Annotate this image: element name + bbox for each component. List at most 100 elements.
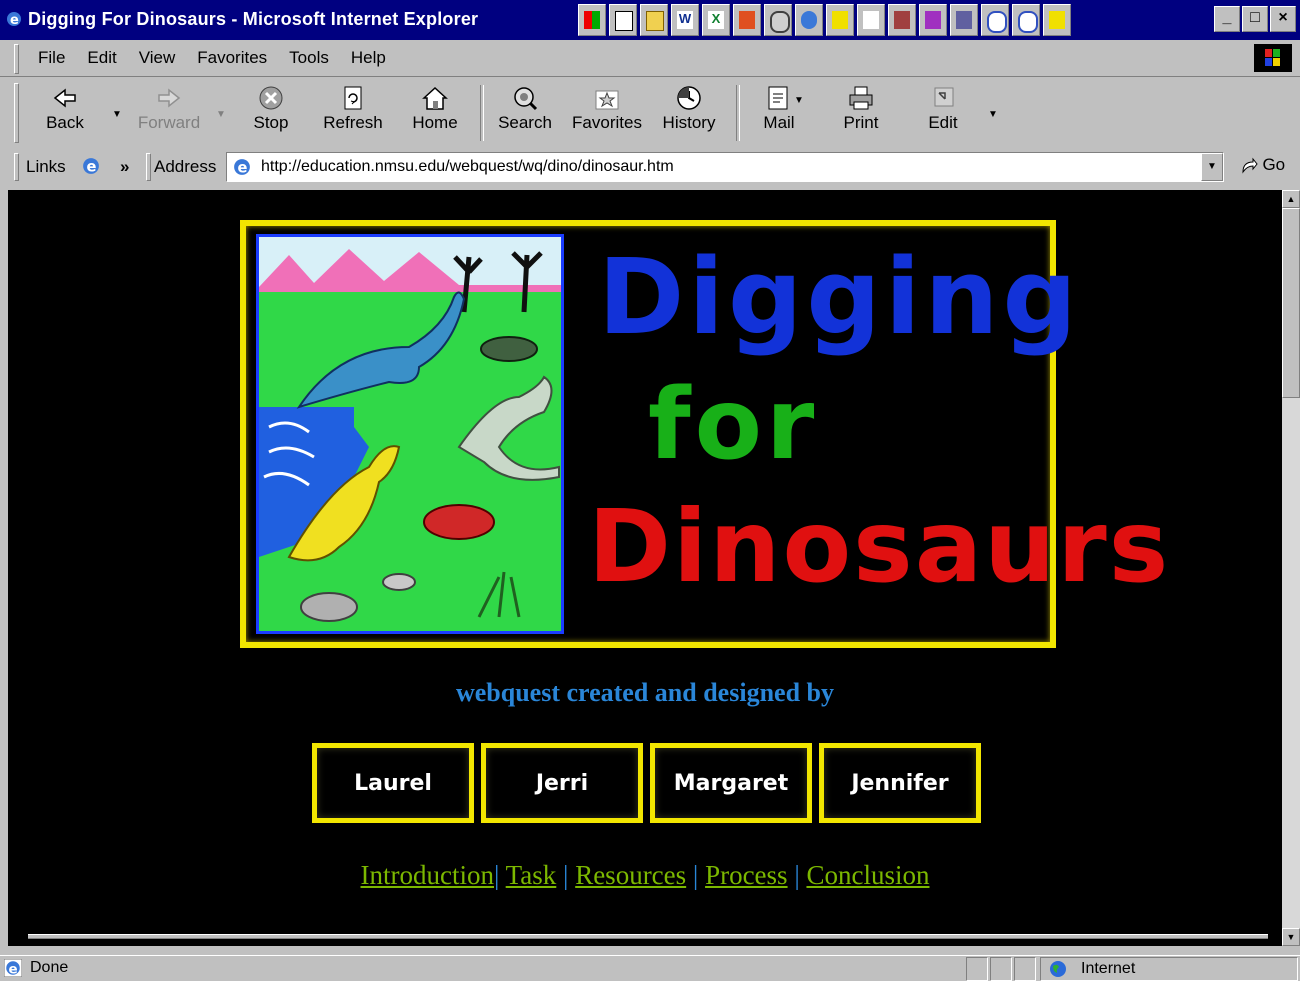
menu-bar: File Edit View Favorites Tools Help <box>0 40 1300 76</box>
page-ie-icon: e <box>234 159 250 176</box>
links-label[interactable]: Links <box>26 157 66 177</box>
mail-button[interactable]: Mail <box>744 83 814 133</box>
refresh-label: Refresh <box>323 113 383 132</box>
nav-link-task[interactable]: Task <box>506 860 557 890</box>
search-label: Search <box>498 113 552 132</box>
crown-icon[interactable] <box>826 4 854 36</box>
powerpoint-icon[interactable] <box>733 4 761 36</box>
address-dropdown-icon[interactable]: ▼ <box>1201 153 1223 181</box>
nav-link-introduction[interactable]: Introduction <box>361 860 494 890</box>
author-buttons: Laurel Jerri Margaret Jennifer <box>312 743 981 823</box>
history-label: History <box>662 113 716 132</box>
stop-button[interactable]: Stop <box>236 83 306 133</box>
title-bar[interactable]: e Digging For Dinosaurs - Microsoft Inte… <box>0 0 1300 40</box>
ie-launch-icon[interactable] <box>795 4 823 36</box>
paint-icon[interactable] <box>888 4 916 36</box>
banner-title-line3: Dinosaurs <box>588 488 1171 605</box>
links-grip[interactable] <box>14 153 19 181</box>
home-button[interactable]: Home <box>400 83 470 133</box>
author-button-laurel[interactable]: Laurel <box>312 743 474 823</box>
search-button[interactable]: Search <box>490 83 560 133</box>
title-banner: Digging for Dinosaurs <box>240 220 1168 648</box>
dinosaur-painting <box>256 234 564 634</box>
vertical-scrollbar[interactable]: ▲ ▼ <box>1282 190 1300 946</box>
svg-text:e: e <box>238 160 248 176</box>
credit-line: webquest created and designed by <box>455 678 834 707</box>
notepad-icon[interactable] <box>609 4 637 36</box>
standard-toolbar: Back ▼ Forward ▼ Stop Refresh Home Searc… <box>0 76 1300 150</box>
menu-grip[interactable] <box>14 44 19 74</box>
forward-arrow-icon <box>158 88 181 108</box>
home-icon <box>422 86 448 110</box>
svg-text:e: e <box>87 159 97 175</box>
menu-view[interactable]: View <box>139 48 176 68</box>
nav-link-conclusion[interactable]: Conclusion <box>806 860 929 890</box>
windows-throbber-icon <box>1254 44 1292 72</box>
mail-icon <box>768 86 788 110</box>
address-grip[interactable] <box>146 153 151 181</box>
folder-icon[interactable] <box>640 4 668 36</box>
nav-link-resources[interactable]: Resources <box>575 860 686 890</box>
author-button-jennifer[interactable]: Jennifer <box>819 743 981 823</box>
go-label: Go <box>1262 155 1286 174</box>
status-bar: e Done Internet <box>0 955 1300 981</box>
back-dropdown-icon[interactable]: ▼ <box>112 109 122 120</box>
go-button[interactable]: Go <box>1240 155 1285 175</box>
menu-favorites[interactable]: Favorites <box>197 48 267 68</box>
quick-launch-strip: W X <box>578 4 1071 36</box>
home-label: Home <box>412 113 458 132</box>
toolbar-grip[interactable] <box>14 83 19 143</box>
print-button[interactable]: Print <box>826 83 896 133</box>
page-content: Digging for Dinosaurs webquest created a… <box>8 190 1282 946</box>
crown-2-icon[interactable] <box>1043 4 1071 36</box>
links-ie-icon[interactable]: e <box>82 157 100 175</box>
author-button-jerri[interactable]: Jerri <box>481 743 643 823</box>
menu-edit[interactable]: Edit <box>87 48 116 68</box>
back-arrow-icon <box>53 88 76 108</box>
edit-button[interactable]: Edit <box>908 83 978 133</box>
address-url: http://education.nmsu.edu/webquest/wq/di… <box>261 158 674 175</box>
toolbar-more-icon[interactable]: ▼ <box>988 109 998 120</box>
stop-label: Stop <box>253 113 289 132</box>
svg-text:e: e <box>10 13 19 27</box>
blank-doc-icon[interactable] <box>857 4 885 36</box>
links-chevron[interactable]: » <box>120 157 129 177</box>
forward-button[interactable]: Forward <box>134 83 204 133</box>
pen-icon[interactable] <box>919 4 947 36</box>
help-icon[interactable] <box>981 4 1009 36</box>
address-input[interactable]: e http://education.nmsu.edu/webquest/wq/… <box>226 152 1224 182</box>
menu-tools[interactable]: Tools <box>289 48 329 68</box>
nav-link-process[interactable]: Process <box>705 860 788 890</box>
maximize-button[interactable]: □ <box>1242 6 1268 32</box>
windows-logo-icon[interactable] <box>578 4 606 36</box>
mail-dropdown-icon[interactable]: ▼ <box>794 95 804 106</box>
svg-text:e: e <box>9 962 18 977</box>
menu-file[interactable]: File <box>38 48 65 68</box>
author-button-margaret[interactable]: Margaret <box>650 743 812 823</box>
print-icon <box>849 86 873 110</box>
tools-icon[interactable] <box>950 4 978 36</box>
webquest-nav: Introduction| Task | Resources | Process… <box>8 860 1282 891</box>
help-2-icon[interactable] <box>1012 4 1040 36</box>
banner-title-line1: Digging <box>598 236 1081 358</box>
forward-dropdown-icon[interactable]: ▼ <box>216 109 226 120</box>
close-button[interactable]: × <box>1270 6 1296 32</box>
horizontal-rule <box>28 934 1268 939</box>
search-tool-icon[interactable] <box>764 4 792 36</box>
scroll-thumb[interactable] <box>1282 208 1300 398</box>
refresh-button[interactable]: Refresh <box>318 83 388 133</box>
scroll-up-icon[interactable]: ▲ <box>1282 190 1300 208</box>
word-icon[interactable]: W <box>671 4 699 36</box>
status-ie-icon: e <box>4 959 22 977</box>
excel-icon[interactable]: X <box>702 4 730 36</box>
menu-help[interactable]: Help <box>351 48 386 68</box>
ie-icon: e <box>7 12 21 27</box>
nav-separator: | <box>494 860 500 890</box>
forward-label: Forward <box>137 113 201 132</box>
minimize-button[interactable]: _ <box>1214 6 1240 32</box>
scroll-down-icon[interactable]: ▼ <box>1282 928 1300 946</box>
window-title: Digging For Dinosaurs - Microsoft Intern… <box>28 9 479 29</box>
favorites-button[interactable]: Favorites <box>572 83 642 133</box>
history-button[interactable]: History <box>654 83 724 133</box>
back-button[interactable]: Back <box>30 83 100 133</box>
